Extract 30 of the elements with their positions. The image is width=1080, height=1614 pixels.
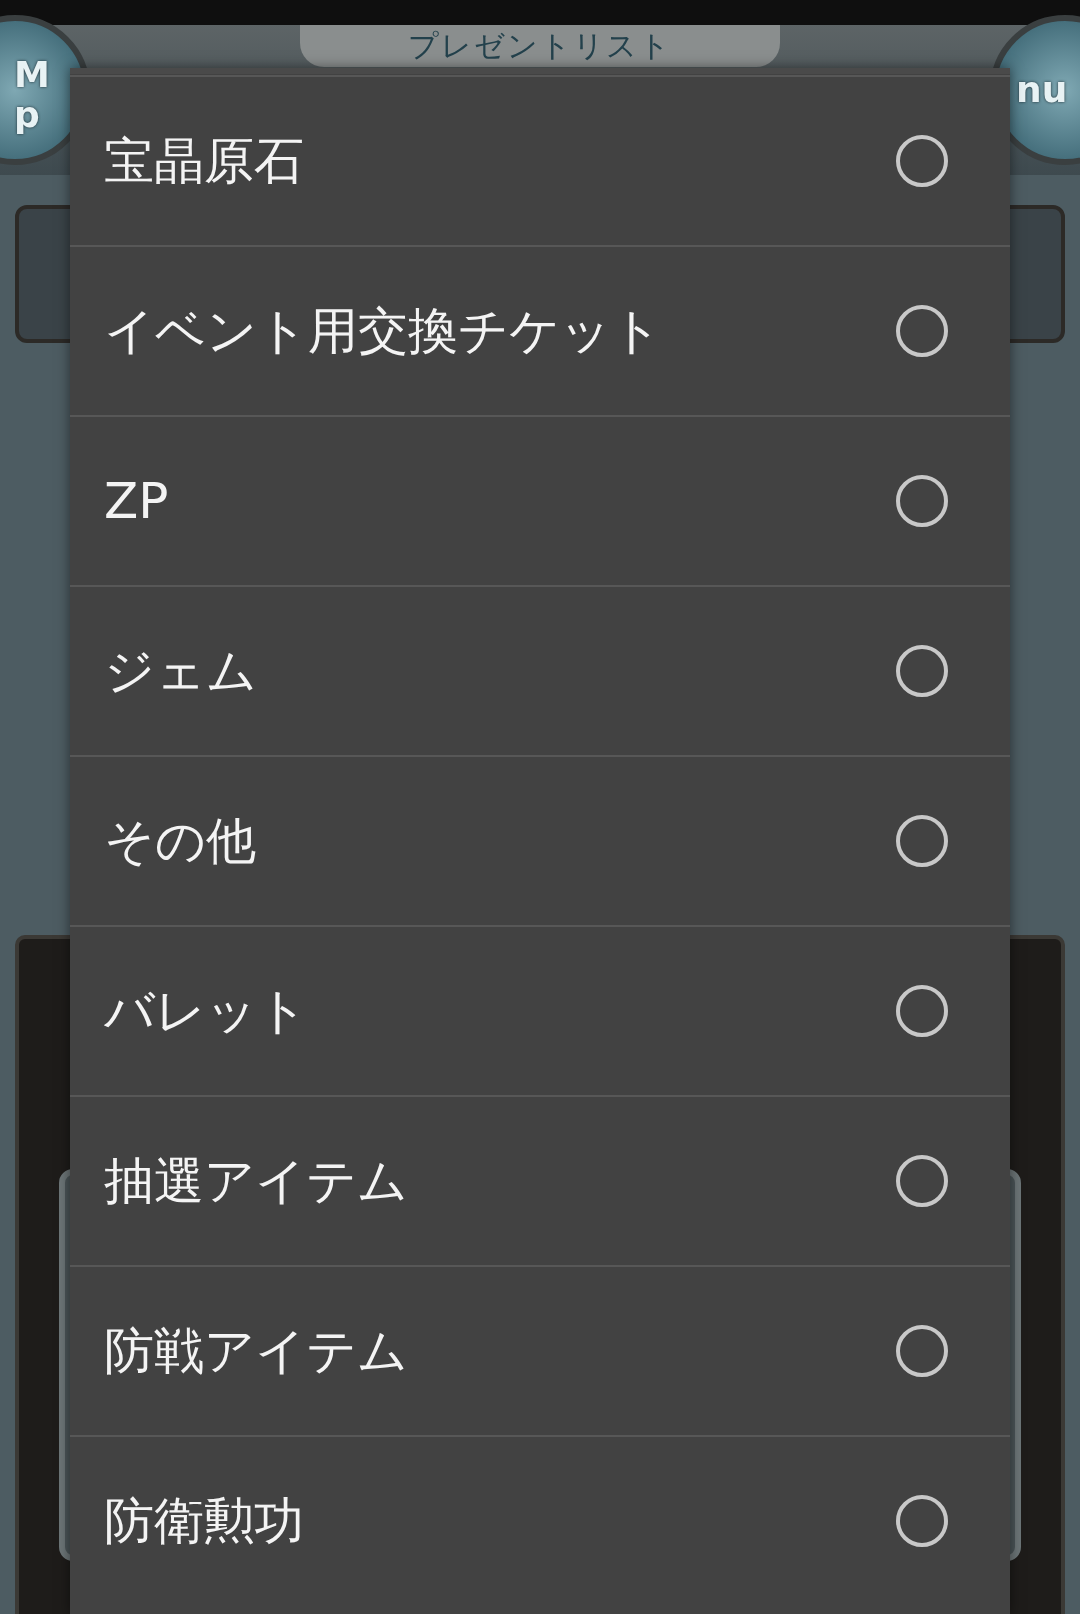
menu-label: nu — [1016, 70, 1068, 110]
option-row[interactable]: その他 — [70, 755, 1010, 925]
radio-button[interactable] — [894, 133, 950, 189]
radio-button[interactable] — [894, 1323, 950, 1379]
option-label: イベント用交換チケット — [104, 300, 662, 362]
option-label: バレット — [104, 980, 308, 1042]
option-label: その他 — [104, 810, 256, 872]
radio-button[interactable] — [894, 473, 950, 529]
mypage-label: M p — [14, 55, 50, 135]
option-row[interactable]: 防戦アイテム — [70, 1265, 1010, 1435]
option-label: 防衛勲功 — [104, 1490, 304, 1552]
option-label: 宝晶原石 — [104, 130, 304, 192]
radio-button[interactable] — [894, 303, 950, 359]
radio-button[interactable] — [894, 643, 950, 699]
option-row[interactable]: 抽選アイテム — [70, 1095, 1010, 1265]
page-title: プレゼントリスト — [408, 28, 672, 64]
radio-button[interactable] — [894, 1493, 950, 1549]
option-row[interactable]: 宝晶原石 — [70, 75, 1010, 245]
radio-button[interactable] — [894, 1153, 950, 1209]
option-row[interactable]: イベント用交換チケット — [70, 245, 1010, 415]
radio-button[interactable] — [894, 813, 950, 869]
option-label: 防戦アイテム — [104, 1320, 408, 1382]
option-label: ジェム — [104, 640, 257, 702]
option-row[interactable]: 防衛勲功 — [70, 1435, 1010, 1605]
option-row[interactable]: バレット — [70, 925, 1010, 1095]
option-row[interactable]: ZP — [70, 415, 1010, 585]
option-label: 抽選アイテム — [104, 1150, 408, 1212]
option-row[interactable]: ジェム — [70, 585, 1010, 755]
radio-button[interactable] — [894, 983, 950, 1039]
option-label: ZP — [104, 472, 169, 530]
